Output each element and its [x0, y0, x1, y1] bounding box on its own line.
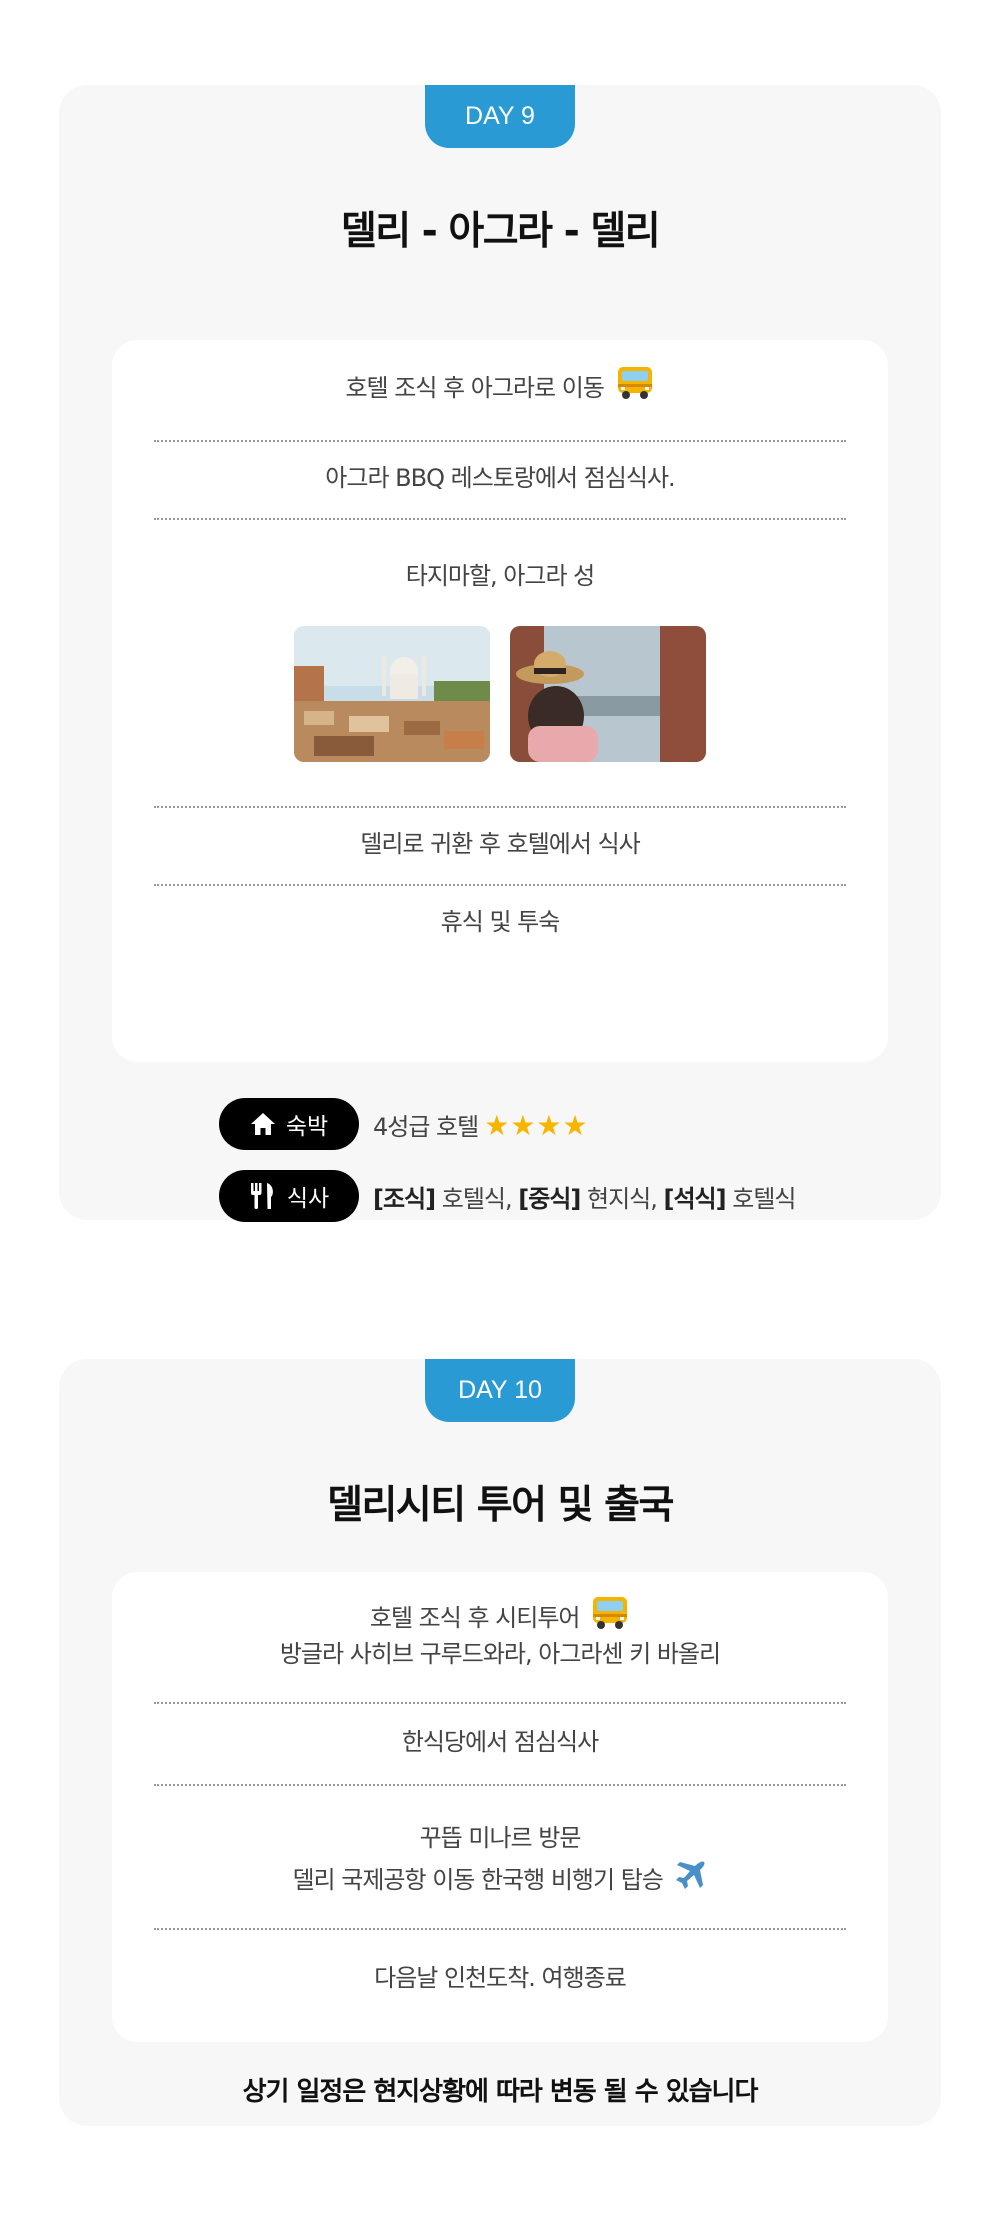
day10-item-4: 다음날 인천도착. 여행종료 — [374, 1964, 627, 1992]
day10-item-3b: 델리 국제공항 이동 한국행 비행기 탑승 — [112, 1858, 888, 1904]
meals-row: 식사 [조식] 호텔식, [중식] 현지식, [석식] 호텔식 — [219, 1170, 796, 1222]
day9-item-2: 아그라 BBQ 레스토랑에서 점심식사. — [325, 464, 675, 492]
lodging-badge: 숙박 — [219, 1098, 359, 1150]
day9-card: DAY 9 델리 - 아그라 - 델리 호텔 조식 후 아그라로 이동 아그라 … — [59, 85, 941, 1222]
separator — [154, 1702, 846, 1704]
day10-item-1b: 방글라 사히브 구루드와라, 아그라센 키 바올리 — [279, 1640, 721, 1668]
day9-itinerary: 호텔 조식 후 아그라로 이동 아그라 BBQ 레스토랑에서 점심식사. 타지마… — [112, 340, 888, 1062]
taj-mahal-photo — [294, 626, 490, 762]
meals-text: [조식] 호텔식, [중식] 현지식, [석식] 호텔식 — [373, 1184, 796, 1213]
day9-tab: DAY 9 — [425, 85, 575, 148]
day10-title: 델리시티 투어 및 출국 — [327, 1483, 674, 1528]
agra-fort-photo — [510, 626, 706, 762]
lodging-text: 4성급 호텔 ★★★★ — [373, 1108, 589, 1142]
hotel-stars: ★★★★ — [484, 1108, 589, 1142]
house-icon — [250, 1111, 276, 1137]
day9-photos — [112, 626, 888, 762]
day9-title: 델리 - 아그라 - 델리 — [340, 209, 661, 254]
day10-tab: DAY 10 — [425, 1359, 575, 1422]
fork-knife-icon — [249, 1181, 277, 1211]
day9-item-5: 휴식 및 투숙 — [440, 908, 561, 936]
day10-card: DAY 10 델리시티 투어 및 출국 호텔 조식 후 시티투어 방글라 사히브… — [59, 1359, 941, 2126]
day10-itinerary: 호텔 조식 후 시티투어 방글라 사히브 구루드와라, 아그라센 키 바올리 한… — [112, 1572, 888, 2042]
lodging-row: 숙박 4성급 호텔 ★★★★ — [219, 1098, 589, 1150]
day9-item-4: 델리로 귀환 후 호텔에서 식사 — [360, 830, 640, 858]
day9-item-3: 타지마할, 아그라 성 — [405, 562, 596, 590]
separator — [154, 1928, 846, 1930]
separator — [154, 440, 846, 442]
airplane-icon — [674, 1858, 708, 1904]
day10-item-3a: 꾸뜹 미나르 방문 — [419, 1824, 582, 1852]
separator — [154, 518, 846, 520]
day10-item-2: 한식당에서 점심식사 — [401, 1728, 599, 1756]
schedule-notice: 상기 일정은 현지상황에 따라 변동 될 수 있습니다 — [242, 2077, 759, 2107]
separator — [154, 1784, 846, 1786]
meals-badge: 식사 — [219, 1170, 359, 1222]
day9-item-1: 호텔 조식 후 아그라로 이동 — [112, 364, 888, 414]
separator — [154, 884, 846, 886]
separator — [154, 806, 846, 808]
bus-icon — [615, 364, 655, 414]
